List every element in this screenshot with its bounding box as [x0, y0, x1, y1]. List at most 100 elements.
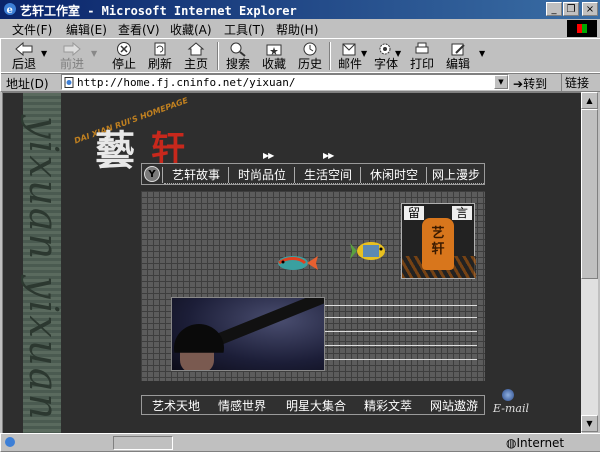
history-label: 历史 [297, 57, 322, 71]
address-bar: 地址(D) ▼ ➔转到 链接 [0, 72, 600, 92]
scroll-thumb[interactable] [581, 109, 598, 279]
menu-file[interactable]: 文件(F) [12, 21, 52, 38]
forward-arrow-icon [63, 41, 81, 57]
address-label: 地址(D) [6, 77, 49, 91]
address-field[interactable]: ▼ [61, 74, 509, 90]
windows-logo-icon [577, 24, 587, 33]
nav-essays[interactable]: 精彩文萃 [364, 398, 412, 414]
ie-logo-icon: e [4, 3, 16, 16]
printer-icon [415, 42, 429, 54]
yixuan-badge-icon: Y [144, 166, 160, 182]
stop-button[interactable]: 停止 [105, 39, 143, 73]
lantern-icon: 艺 轩 [422, 218, 454, 270]
content-line [325, 359, 477, 360]
menu-tools[interactable]: 工具(T) [224, 21, 265, 38]
links-button[interactable]: 链接 [561, 74, 589, 91]
arrow-marker-icon: ▶▶ [323, 151, 334, 160]
edit-dropdown-icon[interactable]: ▼ [479, 49, 485, 58]
woman-photo [171, 297, 325, 371]
nav-story[interactable]: 艺轩故事 [162, 167, 229, 183]
nav-site-travel[interactable]: 网站遨游 [430, 398, 478, 414]
forward-label: 前进 [59, 57, 84, 71]
print-label: 打印 [409, 57, 434, 71]
close-button[interactable]: × [582, 2, 598, 16]
menu-bar: 文件(F) 编辑(E) 查看(V) 收藏(A) 工具(T) 帮助(H) [0, 19, 600, 38]
side-pattern-strip: yixuan yixuan [20, 93, 66, 433]
restore-button[interactable]: ❐ [563, 2, 579, 16]
toolbar: 后退 ▼ 前进 ▼ 停止 刷新 主页 搜索 收藏 历史 邮件 ▼ 字体 ▼ 打印… [0, 38, 600, 74]
edit-label: 编辑 [445, 57, 470, 71]
tropical-fish-icon [350, 242, 385, 260]
favorites-button[interactable]: 收藏 [255, 39, 293, 73]
font-label: 字体 [373, 57, 398, 71]
guestbook-left-char: 留 [404, 206, 424, 220]
menu-edit[interactable]: 编辑(E) [66, 21, 107, 38]
favorites-folder-icon [266, 44, 282, 56]
content-line [325, 331, 477, 332]
logo-character-yi: 藝 [95, 127, 135, 174]
nav-leisure[interactable]: 休闲时空 [360, 167, 427, 183]
font-gear-icon [379, 43, 391, 55]
email-label: E-mail [493, 402, 529, 415]
forward-button[interactable]: 前进 [53, 39, 91, 73]
vertical-scrollbar[interactable]: ▲ ▼ [581, 92, 598, 432]
print-button[interactable]: 打印 [403, 39, 441, 73]
go-arrow-icon: ➔ [513, 77, 524, 91]
stop-icon [117, 42, 131, 56]
refresh-button[interactable]: 刷新 [141, 39, 179, 73]
page-icon [64, 77, 74, 88]
menu-favorites[interactable]: 收藏(A) [170, 21, 212, 38]
search-icon [230, 42, 246, 57]
guestbook-badge[interactable]: 留 言 艺 轩 [401, 203, 476, 279]
home-button[interactable]: 主页 [177, 39, 215, 73]
refresh-icon [154, 42, 166, 56]
window-title: 艺轩工作室 - Microsoft Internet Explorer [20, 4, 297, 18]
content-line [325, 345, 477, 346]
nav-art-world[interactable]: 艺术天地 [152, 398, 200, 414]
go-label: 转到 [523, 77, 548, 91]
menu-view[interactable]: 查看(V) [118, 21, 160, 38]
mail-label: 邮件 [337, 57, 362, 71]
nav-stars[interactable]: 明星大集合 [286, 398, 346, 414]
email-globe-icon [502, 389, 514, 401]
nav-life-space[interactable]: 生活空间 [294, 167, 361, 183]
nav-web-roam[interactable]: 网上漫步 [426, 167, 485, 183]
address-input[interactable] [77, 75, 487, 89]
title-bar[interactable]: e 艺轩工作室 - Microsoft Internet Explorer _ … [0, 0, 600, 19]
forward-dropdown-icon[interactable]: ▼ [91, 49, 97, 58]
go-button[interactable]: ➔转到 [513, 75, 547, 92]
nav-dotted-line [164, 183, 484, 185]
nav-emotion-world[interactable]: 情感世界 [218, 398, 266, 414]
page-viewport[interactable]: yixuan yixuan DAI XIAN RUI'S HOMEPAGE 藝 … [2, 92, 582, 434]
status-progress-pane [113, 436, 173, 450]
favorites-label: 收藏 [261, 57, 286, 71]
history-button[interactable]: 历史 [291, 39, 329, 73]
refresh-label: 刷新 [147, 57, 172, 71]
search-label: 搜索 [225, 57, 250, 71]
email-link[interactable]: E-mail [493, 389, 529, 421]
content-line [325, 305, 477, 306]
scroll-up-icon[interactable]: ▲ [581, 92, 598, 109]
guestbook-right-char: 言 [452, 206, 472, 220]
stop-label: 停止 [111, 57, 136, 71]
minimize-button[interactable]: _ [546, 2, 562, 16]
lantern-char-yi: 艺 [431, 226, 445, 241]
globe-icon: ◍ [506, 436, 517, 450]
ie-page-icon [5, 437, 15, 447]
content-line [325, 317, 477, 318]
top-navigation: Y 艺轩故事 时尚品位 生活空间 休闲时空 网上漫步 [141, 163, 485, 185]
photo-arm-shape [214, 298, 324, 347]
back-button[interactable]: 后退 [5, 39, 43, 73]
back-dropdown-icon[interactable]: ▼ [41, 49, 47, 58]
back-label: 后退 [11, 57, 36, 71]
address-dropdown-icon[interactable]: ▼ [494, 75, 508, 89]
font-dropdown-icon[interactable]: ▼ [395, 49, 401, 58]
search-button[interactable]: 搜索 [219, 39, 257, 73]
nav-fashion[interactable]: 时尚品位 [228, 167, 295, 183]
scroll-down-icon[interactable]: ▼ [581, 415, 598, 432]
menu-help[interactable]: 帮助(H) [276, 21, 318, 38]
side-vertical-text: yixuan yixuan [20, 116, 66, 422]
tropical-fish-icon [278, 256, 318, 270]
edit-button[interactable]: 编辑 [439, 39, 477, 73]
back-arrow-icon [15, 41, 33, 57]
